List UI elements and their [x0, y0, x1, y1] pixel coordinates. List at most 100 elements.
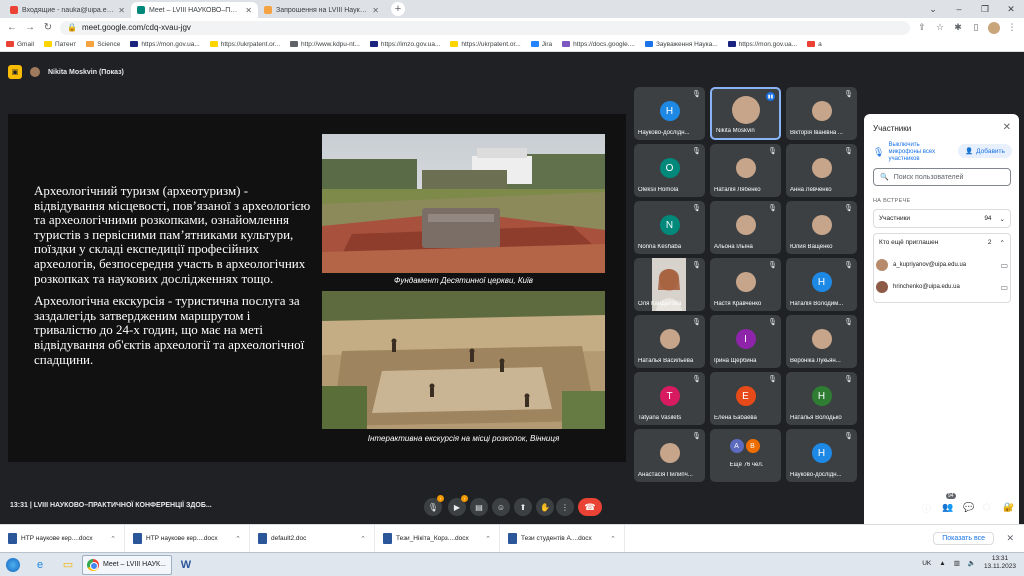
participant-tile[interactable]: 🎙 Наталія Лябенко	[710, 144, 781, 197]
bookmark-star-icon[interactable]: ☆	[934, 22, 946, 33]
browser-tab[interactable]: Запрошення на LVIII Науково-п... ✕	[258, 2, 385, 18]
bookmark-item[interactable]: Gmail	[6, 41, 34, 48]
participant-tile[interactable]: 🎙 Вікторія Іванівна ...	[786, 87, 857, 140]
share-icon[interactable]: ⇪	[916, 22, 928, 33]
browser-tab[interactable]: Входящие - nauka@uipa.edu.ua ✕	[4, 2, 131, 18]
taskbar-chrome-window[interactable]: Meet – LVIII НАУК...	[82, 554, 172, 575]
participant-tile[interactable]: T 🎙 Tatyana Vasilets	[634, 372, 705, 425]
mic-toggle-button[interactable]: 🎙!	[424, 495, 444, 516]
participant-tile[interactable]: 🎙 Настя Кравченко	[710, 258, 781, 311]
hang-up-button[interactable]: ☎	[578, 498, 602, 516]
participant-tile[interactable]: E 🎙 Елена Бабаева	[710, 372, 781, 425]
participant-tile[interactable]: H 🎙 Науково-дослідн...	[634, 87, 705, 140]
show-all-downloads-button[interactable]: Показать все	[933, 532, 994, 545]
minimize-button[interactable]: –	[946, 4, 972, 14]
camera-toggle-button[interactable]: ▶!	[448, 495, 468, 516]
participant-tile[interactable]: I 🎙 Ірина Щербина	[710, 315, 781, 368]
reload-icon[interactable]: ↻	[42, 22, 54, 33]
participant-tile[interactable]: N 🎙 Nonna Keshaba	[634, 201, 705, 254]
profile-avatar[interactable]	[988, 21, 1000, 34]
participant-tile[interactable]: 🎙 Альона Ільїна	[710, 201, 781, 254]
close-panel-icon[interactable]: ✕	[1003, 122, 1011, 133]
bookmark-item[interactable]: Патент	[43, 41, 76, 48]
download-item[interactable]: НТР наукове кер....docx ⌃	[0, 524, 125, 553]
language-indicator[interactable]: UK	[922, 560, 931, 567]
close-tab-icon[interactable]: ✕	[118, 6, 125, 15]
participant-tile[interactable]: H 🎙 Науково-дослідн...	[786, 429, 857, 482]
tray-arrow-icon[interactable]: ▲	[939, 560, 945, 567]
back-icon[interactable]: ←	[6, 22, 18, 33]
mute-all-button[interactable]: 🎙 Выключить микрофоны всех участников	[873, 142, 953, 163]
participant-tile[interactable]: 🎙 Вероніка Лукьян...	[786, 315, 857, 368]
chevron-up-icon[interactable]: ⌃	[485, 535, 491, 543]
participant-tile[interactable]: O 🎙 Oleksii Homola	[634, 144, 705, 197]
bookmark-item[interactable]: https://ukrpatent.or...	[450, 41, 521, 48]
participant-tile[interactable]: 🎙 Анастасія Пилипч...	[634, 429, 705, 482]
chat-icon[interactable]: ▭	[1000, 283, 1008, 292]
download-item[interactable]: default2.doc ⌃	[250, 524, 375, 553]
maximize-button[interactable]: ❐	[972, 4, 998, 15]
participant-tile[interactable]: ▮▮ Nikita Moskvin	[710, 87, 781, 140]
taskbar-word-icon[interactable]: W	[173, 555, 199, 575]
tab-favicon	[264, 6, 272, 14]
reactions-button[interactable]: ☺	[492, 498, 510, 516]
close-tab-icon[interactable]: ✕	[245, 6, 252, 15]
bookmark-item[interactable]: http://www.kdpu-nt...	[290, 41, 360, 48]
bookmark-item[interactable]: https://mon.gov.ua...	[727, 41, 797, 48]
invited-group-header[interactable]: Кто ещё приглашен 2 ⌃	[874, 234, 1010, 251]
bookmark-item[interactable]: https://docs.google....	[562, 41, 635, 48]
bookmark-item[interactable]: a	[807, 41, 822, 48]
start-button[interactable]	[0, 554, 26, 576]
bookmark-item[interactable]: Jira	[530, 41, 552, 48]
close-downloads-icon[interactable]: ✕	[1006, 533, 1014, 544]
captions-button[interactable]: ▤	[470, 498, 488, 516]
chevron-up-icon[interactable]: ⌃	[610, 535, 616, 543]
chat-icon[interactable]: 💬	[963, 502, 974, 513]
bookmark-item[interactable]: https://ukrpatent.or...	[209, 41, 280, 48]
forward-icon[interactable]: →	[24, 22, 36, 33]
more-options-button[interactable]: ⋮	[556, 498, 574, 516]
participant-tile[interactable]: 🎙 Анна Левченко	[786, 144, 857, 197]
close-tab-icon[interactable]: ✕	[372, 6, 379, 15]
bookmark-item[interactable]: Science	[86, 41, 120, 48]
tab-search-icon[interactable]: ⌄	[920, 4, 946, 15]
info-icon[interactable]: ⓘ	[922, 502, 931, 515]
chevron-up-icon[interactable]: ⌃	[110, 535, 116, 543]
download-item[interactable]: Тези_Нікіта_Корз....docx ⌃	[375, 524, 500, 553]
add-people-button[interactable]: 👤 Добавить	[958, 144, 1012, 158]
menu-icon[interactable]: ⋮	[1006, 22, 1018, 33]
close-window-button[interactable]: ✕	[998, 4, 1024, 15]
download-item[interactable]: НТР наукове кер....docx ⌃	[125, 524, 250, 553]
activities-icon[interactable]: ⬡	[983, 502, 991, 513]
extensions-icon[interactable]: ✱	[952, 22, 964, 33]
browser-tab[interactable]: Meet – LVIII НАУКОВО–ПРАКТИЧ... ✕	[131, 2, 258, 18]
chevron-up-icon[interactable]: ⌃	[360, 535, 366, 543]
participant-tile[interactable]: 🎙 Юлия Ващенко	[786, 201, 857, 254]
clock[interactable]: 13:31 13.11.2023	[984, 555, 1016, 571]
bookmark-item[interactable]: Зауваження Наука...	[644, 41, 718, 48]
present-button[interactable]: ⬆	[514, 498, 532, 516]
bookmark-item[interactable]: https://imzo.gov.ua...	[369, 41, 440, 48]
participant-tile[interactable]: H 🎙 Наталія Володим...	[786, 258, 857, 311]
chevron-up-icon[interactable]: ⌃	[235, 535, 241, 543]
raise-hand-button[interactable]: ✋	[536, 498, 554, 516]
bookmark-item[interactable]: https://mon.gov.ua...	[130, 41, 200, 48]
address-bar[interactable]: 🔒 meet.google.com/cdq-xvau-jgv	[60, 20, 910, 35]
new-tab-button[interactable]: +	[391, 2, 405, 16]
taskbar-explorer-icon[interactable]: ▭	[55, 555, 81, 575]
participant-tile[interactable]: 🎙 Оля Кайдалова	[634, 258, 705, 311]
download-item[interactable]: Тези студентів А....docx ⌃	[500, 524, 625, 553]
participant-tile[interactable]: H 🎙 Наталья Володько	[786, 372, 857, 425]
host-controls-icon[interactable]: 🔐	[1003, 502, 1014, 513]
participant-tile[interactable]: 🎙 Наталья Васильева	[634, 315, 705, 368]
participants-group[interactable]: Участники 94 ⌄	[873, 209, 1011, 228]
participant-tile[interactable]: A B Ещё 76 чел.	[710, 429, 781, 482]
chat-icon[interactable]: ▭	[1000, 261, 1008, 270]
volume-icon[interactable]: 🔈	[968, 559, 976, 567]
people-icon[interactable]: 👥	[942, 502, 953, 513]
participant-search-input[interactable]: 🔍 Поиск пользователей	[873, 168, 1011, 186]
sidebar-icon[interactable]: ▯	[970, 22, 982, 33]
taskbar-ie-icon[interactable]: e	[27, 555, 53, 575]
present-screen-icon[interactable]: ▣	[8, 65, 22, 79]
network-icon[interactable]: ▥	[954, 559, 960, 567]
